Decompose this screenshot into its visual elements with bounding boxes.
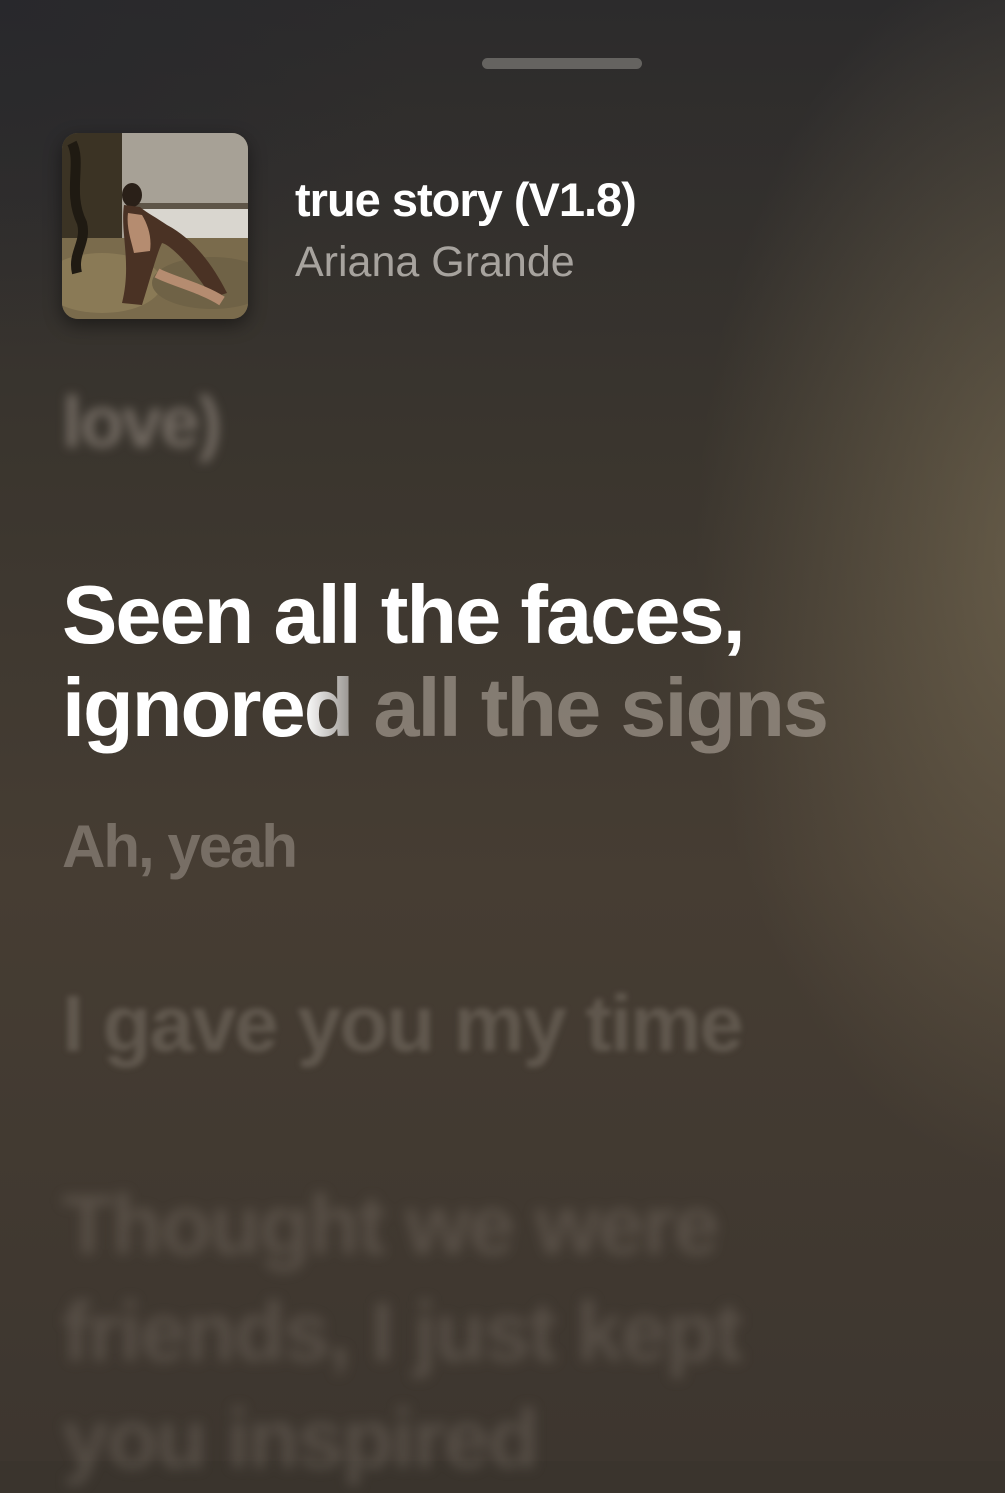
lyric-upcoming-2-line-1: Thought we were [62,1178,720,1272]
lyric-line-upcoming-1[interactable]: I gave you my time [62,978,744,1070]
sheet-grabber-handle[interactable] [482,58,642,69]
lyric-upcoming-2-line-3: you inspired [62,1392,539,1486]
lyric-upcoming-2-line-2: friends, I just kept [62,1285,743,1379]
song-title[interactable]: true story (V1.8) [295,172,637,227]
lyric-current-line-1: Seen all the faces, [62,568,746,661]
lyric-line-current[interactable]: Seen all the faces, ignored all the sign… [62,568,829,754]
lyric-line-upcoming-2[interactable]: Thought we were friends, I just kept you… [62,1172,743,1493]
lyric-current-line-2: ignored all the signs [62,661,829,754]
artist-name[interactable]: Ariana Grande [295,238,575,287]
lyric-sung-part: ignore [62,661,306,754]
lyric-fading-part: d [303,661,355,754]
lyric-line-next[interactable]: Ah, yeah [62,812,298,881]
album-artwork-image [62,133,248,319]
lyric-line-previous[interactable]: love) [62,382,222,464]
lyric-unsung-part: all the signs [352,661,829,754]
album-artwork[interactable] [62,133,248,319]
